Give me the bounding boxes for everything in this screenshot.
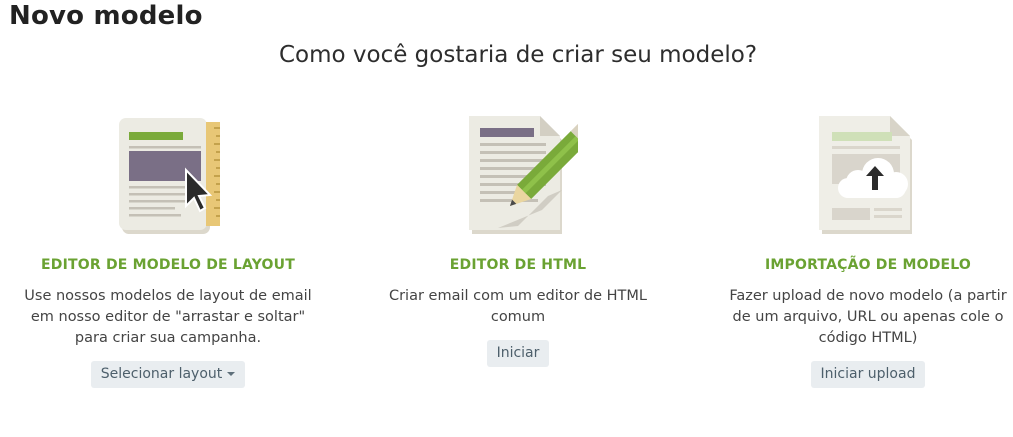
option-description: Criar email com um editor de HTML comum <box>388 288 648 325</box>
option-title: EDITOR DE HTML <box>449 257 587 273</box>
caret-down-icon <box>227 372 236 376</box>
option-title: IMPORTAÇÃO DE MODELO <box>764 257 972 273</box>
option-title: EDITOR DE MODELO DE LAYOUT <box>41 257 295 273</box>
start-html-editor-button[interactable]: Iniciar <box>486 340 550 367</box>
select-layout-button-label: Selecionar layout <box>100 366 223 382</box>
option-description: Fazer upload de novo modelo (a partir de… <box>729 288 1007 346</box>
upload-template-icon <box>819 116 912 234</box>
option-description: Use nossos modelos de layout de email em… <box>24 288 312 346</box>
option-html-editor: EDITOR DE HTML Criar email com um editor… <box>358 110 678 367</box>
page-subtitle: Como você gostaria de criar seu modelo? <box>278 42 758 68</box>
html-editor-icon <box>469 116 578 234</box>
start-upload-button[interactable]: Iniciar upload <box>810 361 926 388</box>
layout-editor-icon <box>119 118 220 234</box>
option-layout-editor: EDITOR DE MODELO DE LAYOUT Use nossos mo… <box>8 110 328 388</box>
select-layout-button[interactable]: Selecionar layout <box>90 361 246 388</box>
option-import-template: IMPORTAÇÃO DE MODELO Fazer upload de nov… <box>708 110 1013 388</box>
page-title: Novo modelo <box>9 1 203 31</box>
